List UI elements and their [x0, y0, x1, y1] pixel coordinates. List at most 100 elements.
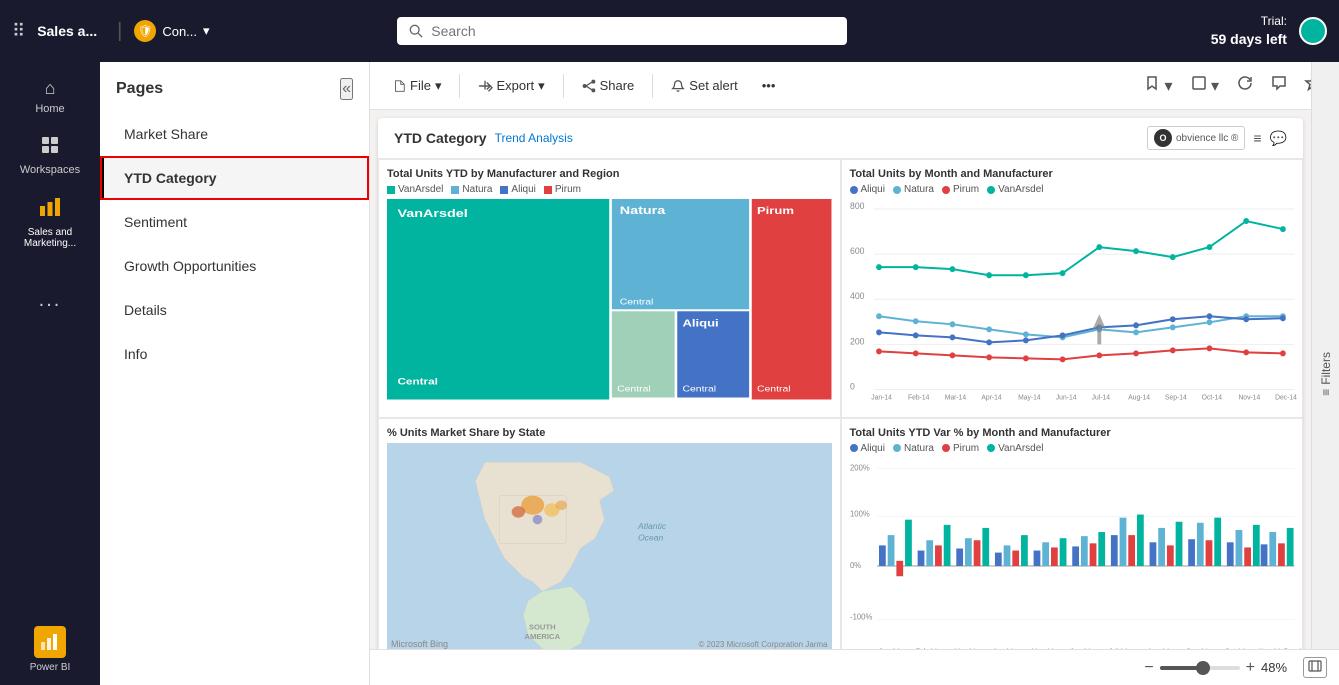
svg-text:Central: Central	[757, 385, 791, 394]
zoom-slider-thumb[interactable]	[1196, 661, 1210, 675]
file-icon	[392, 79, 406, 93]
bar-chart-panel: Total Units YTD Var % by Month and Manuf…	[841, 418, 1304, 677]
svg-text:Central: Central	[397, 378, 438, 387]
toolbar: File ▾ Export ▾ Share	[370, 62, 1339, 110]
svg-text:Ocean: Ocean	[638, 532, 664, 542]
svg-text:Jun-14: Jun-14	[1055, 394, 1076, 401]
page-item-info[interactable]: Info	[100, 332, 369, 376]
zoom-plus-button[interactable]: +	[1246, 659, 1255, 677]
sidebar-item-more[interactable]: ...	[0, 281, 100, 320]
bc-legend-pirum: Pirum	[942, 443, 979, 454]
report-header-right: O obvience llc ® ≡ 💬	[1147, 126, 1287, 150]
user-avatar[interactable]	[1299, 17, 1327, 45]
comment-button[interactable]	[1265, 71, 1293, 100]
line-chart-legend: Aliqui Natura Pirum VanArsdel	[850, 184, 1295, 195]
search-container[interactable]	[397, 17, 847, 45]
svg-text:May-14: May-14	[1018, 394, 1041, 401]
legend-vanarsdel: VanArsdel	[387, 184, 443, 195]
map-copyright: © 2023 Microsoft Corporation Jarma	[698, 640, 827, 649]
svg-text:Jan-14: Jan-14	[871, 394, 892, 401]
share-icon	[582, 79, 596, 93]
svg-text:Natura: Natura	[620, 204, 666, 217]
refresh-icon	[1237, 75, 1253, 91]
svg-text:Dec-14: Dec-14	[1275, 394, 1297, 401]
sidebar: ⌂ Home Workspaces Sales andMarketing... …	[0, 62, 100, 685]
treemap-panel: Total Units YTD by Manufacturer and Regi…	[378, 159, 841, 418]
filters-label[interactable]: ≡ Filters	[1319, 352, 1333, 396]
page-item-growth-opportunities[interactable]: Growth Opportunities	[100, 244, 369, 288]
svg-text:Central: Central	[620, 297, 654, 306]
report-filter-button[interactable]: ≡	[1253, 130, 1261, 146]
svg-text:Mar-14: Mar-14	[944, 394, 966, 401]
app-grid-icon[interactable]: ⠿	[12, 21, 25, 42]
sidebar-item-home[interactable]: ⌂ Home	[0, 70, 100, 123]
shield-icon: 🛡	[134, 20, 156, 42]
brand-logo: O	[1154, 129, 1172, 147]
filters-panel[interactable]: ≡ Filters	[1311, 62, 1339, 685]
workspaces-icon	[40, 135, 60, 160]
map-title: % Units Market Share by State	[387, 427, 832, 439]
legend-aliqui: Aliqui	[500, 184, 535, 195]
bookmark-button[interactable]: ▾	[1138, 71, 1178, 100]
svg-text:200: 200	[850, 336, 865, 346]
svg-text:200%: 200%	[850, 463, 870, 472]
toolbar-divider-1	[459, 74, 460, 98]
view-icon	[1191, 75, 1207, 91]
file-button[interactable]: File ▾	[382, 72, 451, 100]
page-item-details[interactable]: Details	[100, 288, 369, 332]
map-viz[interactable]: Atlantic Ocean SOUTH AMERICA Microsoft B…	[387, 443, 832, 654]
export-chevron-icon: ▾	[538, 78, 545, 94]
svg-text:400: 400	[850, 291, 865, 301]
svg-text:VanArsdel: VanArsdel	[397, 207, 467, 220]
bc-legend-aliqui: Aliqui	[850, 443, 885, 454]
lc-legend-vanarsdel: VanArsdel	[987, 184, 1043, 195]
more-options-button[interactable]: •••	[752, 72, 786, 99]
main-content: File ▾ Export ▾ Share	[370, 62, 1339, 685]
zoom-minus-button[interactable]: −	[1144, 659, 1153, 677]
refresh-button[interactable]	[1231, 71, 1259, 100]
zoom-slider[interactable]	[1160, 666, 1240, 670]
toolbar-divider-2	[563, 74, 564, 98]
zoom-control: − + 48%	[1144, 657, 1327, 678]
context-switcher[interactable]: 🛡 Con... ▾	[134, 20, 209, 42]
bell-icon	[671, 79, 685, 93]
pages-panel: Pages « Market Share YTD Category Sentim…	[100, 62, 370, 685]
svg-text:600: 600	[850, 246, 865, 256]
lc-legend-natura: Natura	[893, 184, 934, 195]
svg-text:Pirum: Pirum	[757, 205, 794, 216]
legend-pirum: Pirum	[544, 184, 581, 195]
page-item-sentiment[interactable]: Sentiment	[100, 200, 369, 244]
export-button[interactable]: Export ▾	[468, 72, 554, 100]
sales-icon	[39, 196, 61, 223]
treemap-legend: VanArsdel Natura Aliqui Pirum	[387, 184, 832, 195]
page-item-ytd-category[interactable]: YTD Category	[100, 156, 369, 200]
svg-text:Atlantic: Atlantic	[637, 521, 667, 531]
toolbar-divider-3	[652, 74, 653, 98]
sidebar-item-workspaces[interactable]: Workspaces	[0, 127, 100, 184]
app-title: Sales a...	[37, 23, 97, 39]
share-button[interactable]: Share	[572, 72, 645, 99]
view-button[interactable]: ▾	[1185, 71, 1225, 100]
report-canvas: YTD Category Trend Analysis O obvience l…	[378, 118, 1303, 677]
bottom-bar: − + 48%	[370, 649, 1339, 685]
filters-icon: ≡	[1319, 388, 1333, 395]
search-input[interactable]	[431, 23, 835, 39]
set-alert-button[interactable]: Set alert	[661, 72, 747, 99]
svg-text:SOUTH: SOUTH	[529, 622, 556, 631]
sidebar-item-sales[interactable]: Sales andMarketing...	[0, 188, 100, 257]
line-chart-viz[interactable]: 800 600 400 200 0	[850, 199, 1295, 400]
topbar: ⠿ Sales a... | 🛡 Con... ▾ Trial: 59 days…	[0, 0, 1339, 62]
bar-chart-viz[interactable]: 200% 100% 0% -100%	[850, 458, 1295, 659]
collapse-pages-button[interactable]: «	[340, 78, 353, 100]
more-dots-icon: •••	[762, 78, 776, 93]
bookmark-icon	[1144, 75, 1160, 91]
svg-text:Sep-14: Sep-14	[1165, 394, 1187, 401]
report-chat-button[interactable]: 💬	[1270, 130, 1287, 147]
brand-badge: O obvience llc ®	[1147, 126, 1245, 150]
sidebar-sales-label: Sales andMarketing...	[24, 227, 76, 249]
page-item-market-share[interactable]: Market Share	[100, 112, 369, 156]
powerbi-label: Power BI	[30, 662, 71, 673]
svg-text:-100%: -100%	[850, 612, 872, 621]
treemap-viz[interactable]: Central VanArsdel Natura Central Aliqui …	[387, 199, 832, 400]
fit-page-button[interactable]	[1303, 657, 1327, 678]
